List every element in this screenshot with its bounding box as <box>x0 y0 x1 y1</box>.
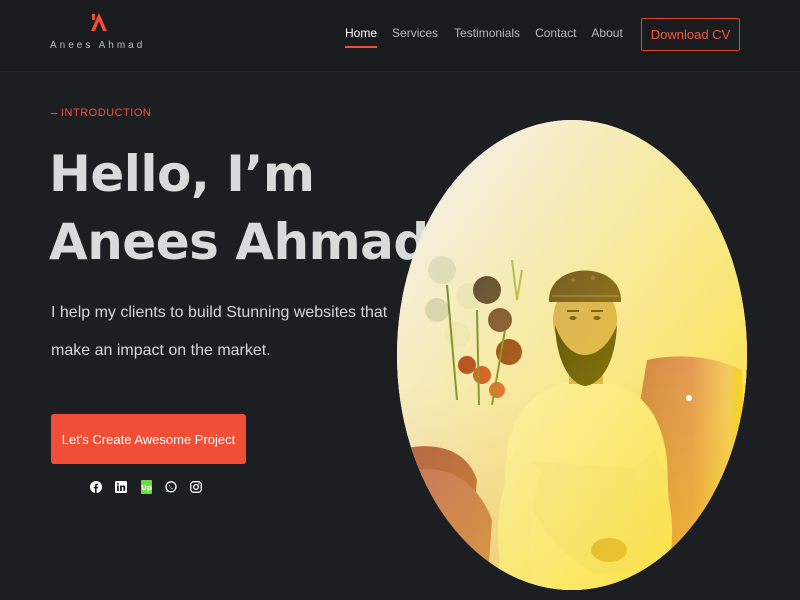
hero-title-line1: Hello, I’m <box>49 145 315 203</box>
nav-home[interactable]: Home <box>345 26 378 48</box>
eyebrow-dash <box>51 112 57 114</box>
download-cv-button[interactable]: Download CV <box>641 18 740 51</box>
whatsapp-icon[interactable] <box>165 480 177 494</box>
profile-photo <box>397 120 747 590</box>
hero-description: I help my clients to build Stunning webs… <box>51 304 388 359</box>
nav-about[interactable]: About <box>591 26 622 46</box>
site-header: Anees Ahmad Home Services Testimonials C… <box>0 0 800 72</box>
facebook-icon[interactable] <box>90 480 102 494</box>
eyebrow-label: INTRODUCTION <box>61 107 152 119</box>
hero-title: Hello, I’m Anees Ahmad <box>49 140 429 276</box>
nav-contact[interactable]: Contact <box>535 26 576 46</box>
intro-eyebrow: INTRODUCTION <box>51 107 151 119</box>
hero-title-line2: Anees Ahmad <box>49 213 429 271</box>
portrait-illustration <box>397 120 747 590</box>
logo-text: Anees Ahmad <box>50 40 146 51</box>
nav-testimonials[interactable]: Testimonials <box>454 26 520 46</box>
main-nav: Home Services Testimonials Contact About <box>345 26 623 48</box>
create-project-button[interactable]: Let's Create Awesome Project <box>51 414 246 464</box>
svg-text:Up: Up <box>141 484 152 492</box>
linkedin-icon[interactable] <box>115 480 127 494</box>
social-links: Up <box>90 480 202 496</box>
upwork-icon[interactable]: Up <box>140 480 152 494</box>
logo[interactable]: Anees Ahmad <box>50 8 150 54</box>
instagram-icon[interactable] <box>190 480 202 494</box>
nav-services[interactable]: Services <box>392 26 438 46</box>
logo-mark-icon <box>91 13 107 31</box>
